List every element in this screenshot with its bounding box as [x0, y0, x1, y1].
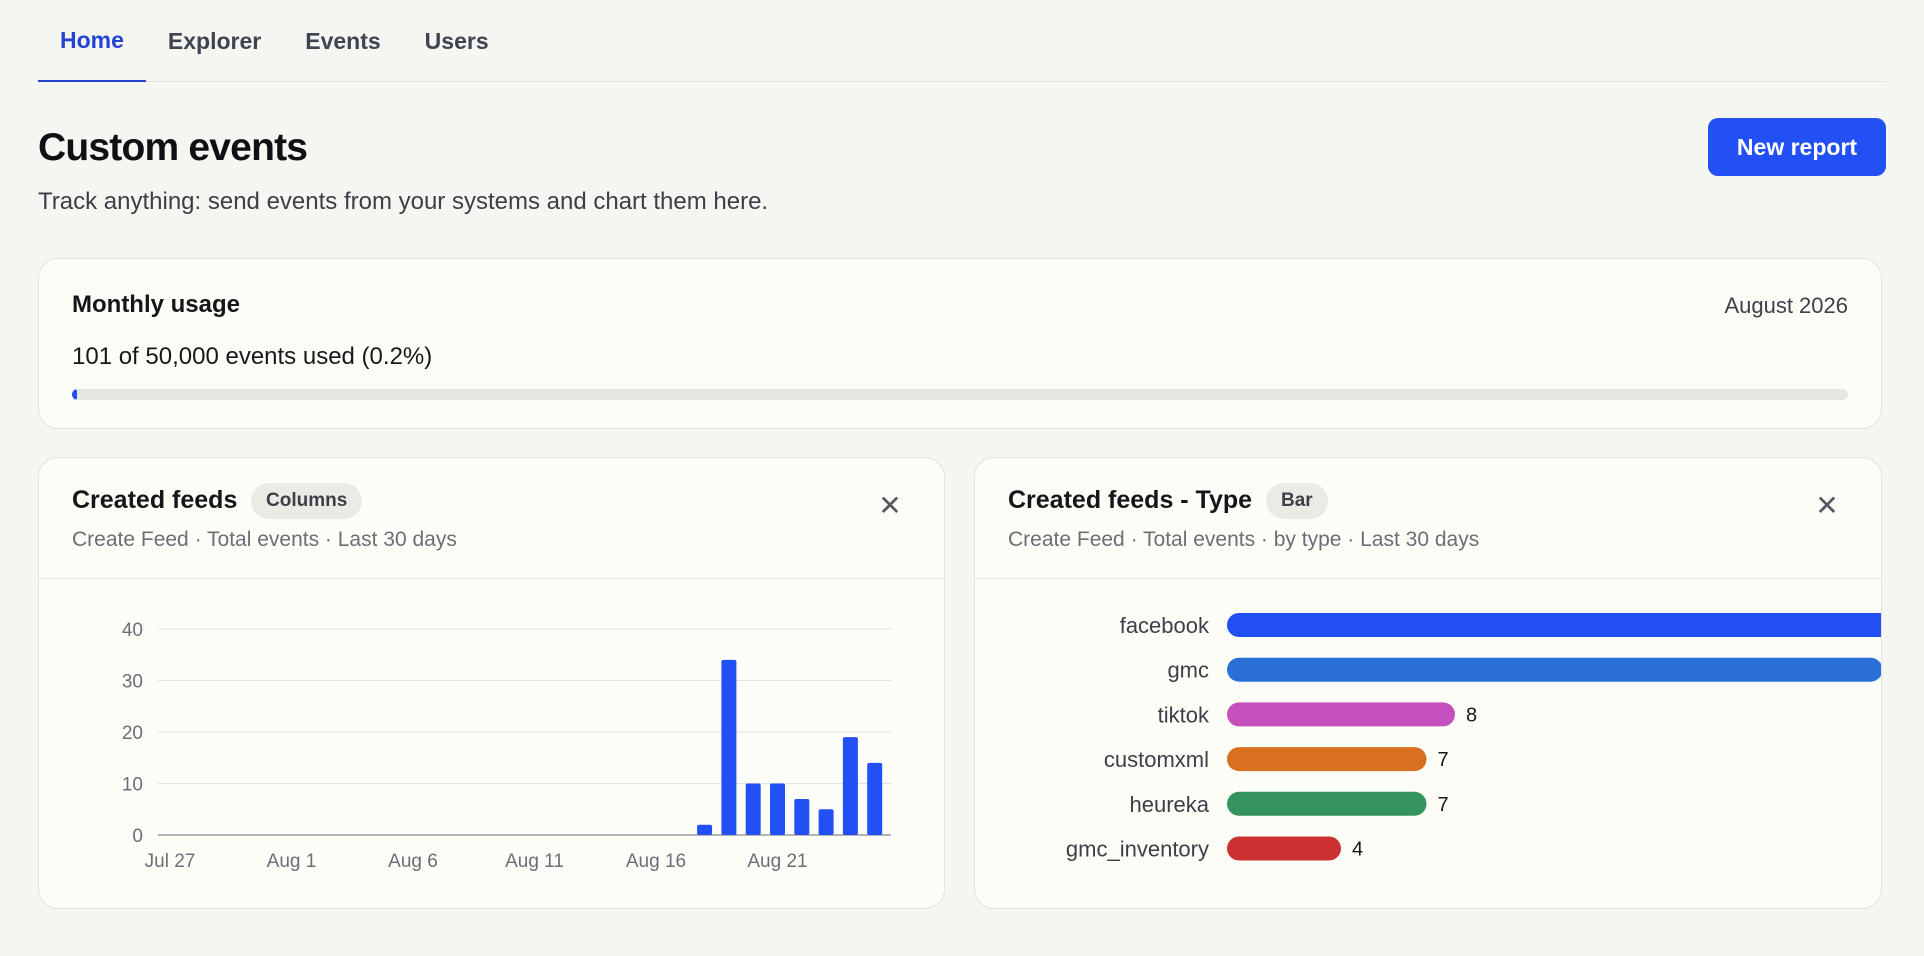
bar-category-label: gmc_inventory [1066, 837, 1209, 862]
column-bar [818, 809, 834, 835]
bar [1227, 613, 1911, 637]
bar-value-label: 8 [1466, 704, 1477, 726]
tab-home[interactable]: Home [38, 0, 146, 82]
x-tick-label: Aug 6 [388, 851, 438, 872]
bar-value-label: 4 [1352, 839, 1363, 861]
page: Home Explorer Events Users Custom events… [0, 0, 1924, 956]
page-title: Custom events [38, 126, 308, 169]
x-tick-label: Aug 21 [747, 851, 807, 872]
bar-value-label: 7 [1438, 749, 1449, 771]
y-tick-label: 20 [122, 723, 143, 744]
chart-card-created-feeds: Created feeds Columns Create Feed · Tota… [38, 457, 945, 909]
tab-label: Home [60, 26, 124, 53]
usage-title: Monthly usage [72, 291, 241, 318]
tab-explorer[interactable]: Explorer [146, 0, 283, 82]
usage-text: 101 of 50,000 events used (0.2%) [72, 343, 433, 370]
horizontal-bar-chart: facebook24gmc23tiktok8customxml7heureka7… [1066, 613, 1924, 862]
chart-type-badge: Bar [1266, 483, 1328, 519]
y-tick-label: 40 [122, 620, 143, 641]
bar [1227, 791, 1427, 816]
bar-value-label: 7 [1438, 794, 1449, 816]
close-chart-button[interactable]: ✕ [876, 492, 904, 520]
page-subtitle: Track anything: send events from your sy… [38, 188, 769, 215]
tab-events[interactable]: Events [283, 0, 402, 82]
chart-title: Created feeds - Type [1008, 486, 1253, 514]
y-tick-label: 0 [132, 826, 143, 847]
chart-header: Created feeds - Type Bar Create Feed · T… [975, 458, 1881, 579]
tab-label: Users [424, 27, 489, 54]
chart-body: 0 10 20 30 40 Jul 27 Aug 1 Aug 6 Aug 11 Aug 16 Aug… [39, 579, 944, 909]
bar-category-label: heureka [1129, 792, 1209, 817]
x-tick-label: Aug 11 [505, 851, 564, 872]
bar-category-label: facebook [1120, 613, 1210, 638]
x-tick-label: Jul 27 [145, 851, 196, 872]
column-bar [745, 783, 761, 835]
tab-users[interactable]: Users [403, 0, 511, 82]
chart-type-badge: Columns [251, 483, 363, 519]
chart-meta: Create Feed · Total events · Last 30 day… [72, 528, 457, 551]
close-icon: ✕ [878, 489, 902, 522]
tab-label: Explorer [167, 27, 262, 54]
y-tick-label: 10 [122, 775, 143, 796]
column-bar [721, 659, 737, 835]
usage-progress-bar [72, 389, 1848, 400]
tab-label: Events [305, 27, 381, 54]
chart-header: Created feeds Columns Create Feed · Tota… [39, 458, 944, 579]
column-chart: 0 10 20 30 40 Jul 27 Aug 1 Aug 6 Aug 11 Aug 16 Aug… [122, 620, 891, 872]
column-bar [770, 783, 785, 835]
page-header: Custom events Track anything: send event… [38, 82, 1886, 258]
usage-progress-fill [72, 389, 77, 400]
usage-month: August 2026 [1724, 293, 1848, 318]
chart-card-created-feeds-type: Created feeds - Type Bar Create Feed · T… [974, 457, 1924, 909]
column-bar [842, 737, 858, 835]
x-tick-label: Aug 1 [267, 851, 317, 872]
bar-category-label: customxml [1104, 747, 1209, 772]
top-tabs: Home Explorer Events Users [38, 0, 1886, 82]
bar [1227, 657, 1883, 682]
bar-category-label: tiktok [1158, 702, 1210, 727]
chart-meta: Create Feed · Total events · by type · L… [1008, 528, 1480, 551]
new-report-button[interactable]: New report [1708, 118, 1886, 176]
column-bar [794, 798, 810, 835]
close-icon: ✕ [1815, 489, 1839, 522]
bar [1227, 702, 1455, 727]
monthly-usage-card: Monthly usage August 2026 101 of 50,000 … [38, 258, 1882, 429]
bar-category-label: gmc [1167, 658, 1209, 683]
column-bar [867, 762, 883, 835]
bar [1227, 747, 1427, 772]
chart-title: Created feeds [72, 486, 238, 514]
close-chart-button[interactable]: ✕ [1813, 492, 1841, 520]
x-tick-label: Aug 16 [626, 851, 686, 872]
y-tick-label: 30 [122, 672, 143, 693]
bar [1227, 836, 1341, 861]
chart-body: facebook24gmc23tiktok8customxml7heureka7… [975, 579, 1924, 909]
column-bar [697, 824, 713, 835]
